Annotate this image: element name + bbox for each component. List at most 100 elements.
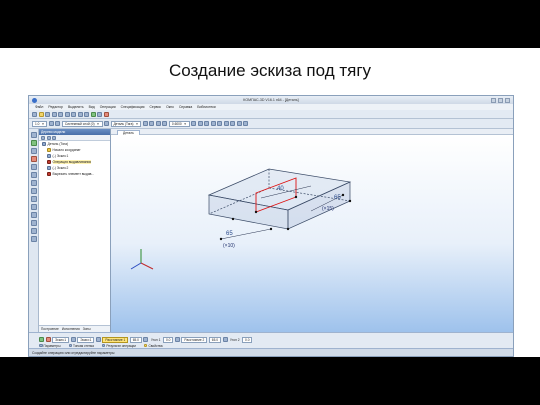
sheet-metal-icon[interactable]	[30, 220, 37, 226]
tree-sort-icon[interactable]	[46, 135, 51, 140]
tree-filter-icon[interactable]	[52, 135, 56, 140]
layer-icon[interactable]	[104, 121, 110, 126]
sketch-field-2[interactable]: Эскиз:1	[77, 336, 95, 343]
maximize-icon[interactable]	[498, 97, 503, 103]
libraries-icon[interactable]	[97, 111, 102, 117]
tab-result[interactable]: Результат операции	[101, 344, 136, 348]
copy-icon[interactable]	[64, 111, 70, 117]
parameters-icon	[39, 343, 43, 348]
scale-combo[interactable]: 1.0 ▼	[32, 120, 48, 127]
tab-parameters[interactable]: Параметры	[39, 344, 61, 348]
detail-combo[interactable]: Деталь (Тяга) ▼	[110, 120, 142, 127]
refresh-icon[interactable]	[142, 121, 148, 126]
filter-tool-icon[interactable]	[30, 188, 37, 194]
zoom-combo[interactable]: 0.6000 ▼	[168, 120, 190, 127]
cut-icon[interactable]	[58, 111, 63, 117]
menu-file[interactable]: Файл	[35, 105, 43, 109]
close-icon[interactable]	[505, 97, 510, 103]
menu-service[interactable]: Сервис	[149, 105, 161, 109]
new-document-icon[interactable]	[32, 111, 37, 117]
style-combo[interactable]: Системный слой (0) ▼	[61, 120, 103, 127]
direction-icon[interactable]	[70, 337, 76, 342]
slide-title: Создание эскиза под тягу	[168, 61, 372, 80]
shaded-icon[interactable]	[210, 121, 216, 126]
draft-2-icon[interactable]	[222, 337, 228, 342]
elements-icon[interactable]	[30, 212, 37, 218]
stop-icon[interactable]	[45, 337, 51, 342]
cut-icon[interactable]	[30, 156, 37, 162]
snap-icon[interactable]	[55, 121, 61, 126]
grid-icon[interactable]	[48, 121, 54, 126]
spec-icon[interactable]	[30, 196, 37, 202]
mating-icon[interactable]	[30, 228, 37, 234]
perspective-icon[interactable]	[223, 121, 229, 126]
tab-versions[interactable]: Исполнения	[62, 327, 80, 331]
tab-construction[interactable]: Построение	[41, 327, 59, 331]
tab-zones[interactable]: Зоны	[83, 327, 91, 331]
angle-1-input[interactable]: 0.0	[162, 336, 174, 343]
aux-geometry-icon[interactable]	[30, 148, 37, 154]
menu-operations[interactable]: Операции	[100, 105, 116, 109]
vertex-point	[286, 227, 290, 231]
menu-edit[interactable]: Редактор	[48, 105, 63, 109]
draft-icon[interactable]	[143, 337, 149, 342]
zoom-window-icon[interactable]	[162, 121, 168, 126]
zoom-out-icon[interactable]	[155, 121, 161, 126]
window-controls	[491, 97, 510, 103]
method-icon[interactable]	[95, 337, 101, 342]
measure-icon[interactable]	[243, 121, 249, 126]
tree-node-cut-extrude[interactable]: Вырезать элемент выдав...	[39, 171, 110, 177]
menu-select[interactable]: Выделить	[68, 105, 84, 109]
section-icon[interactable]	[230, 121, 236, 126]
extrude-icon[interactable]	[30, 140, 37, 146]
minimize-icon[interactable]	[491, 97, 496, 103]
print-icon[interactable]	[51, 111, 57, 117]
cut-extrude-icon	[47, 172, 51, 176]
current-state-toolbar: 1.0 ▼ Системный слой (0) ▼ Деталь (Тяга) ▼ …	[29, 119, 513, 129]
vertex-point	[254, 210, 258, 214]
wireframe-icon[interactable]	[217, 121, 223, 126]
open-folder-icon[interactable]	[38, 111, 44, 117]
rotate-icon[interactable]	[197, 121, 203, 126]
dimension-label-1[interactable]: 65	[226, 231, 233, 237]
manager-icon[interactable]	[90, 111, 96, 117]
angle-2-input[interactable]: 0.0	[242, 336, 253, 343]
distance-1-label: Расстояние 1	[102, 336, 129, 343]
filter-icon[interactable]	[236, 121, 242, 126]
slide: Создание эскиза под тягу КОМПАС-3D V16.1…	[0, 48, 540, 357]
zoom-in-icon[interactable]	[149, 121, 155, 126]
menu-window[interactable]: Окно	[166, 105, 174, 109]
edit-part-icon[interactable]	[30, 132, 37, 138]
tree-node-label: Вырезать элемент выдав...	[52, 172, 95, 176]
3d-viewport[interactable]: 65 40 65 (×10) (×15)	[111, 135, 513, 332]
menu-help[interactable]: Справка	[179, 105, 192, 109]
menu-specification[interactable]: Спецификация	[121, 105, 145, 109]
tab-properties[interactable]: Свойства	[143, 344, 162, 348]
report-icon[interactable]	[30, 204, 37, 210]
help-icon[interactable]	[103, 111, 109, 117]
measure-tool-icon[interactable]	[30, 180, 37, 186]
array-icon[interactable]	[30, 164, 37, 170]
menu-libraries[interactable]: Библиотеки	[197, 105, 215, 109]
surface-icon[interactable]	[30, 172, 37, 178]
apply-icon[interactable]	[39, 337, 44, 342]
model-view: 65 40 65 (×10) (×15)	[130, 168, 352, 270]
redo-icon[interactable]	[84, 111, 89, 117]
save-icon[interactable]	[45, 111, 50, 117]
tree-view-icon[interactable]	[41, 135, 45, 140]
angle-1-label: Угол 1	[150, 337, 161, 342]
paste-icon[interactable]	[71, 111, 76, 117]
distance-2-input[interactable]: 65.0	[208, 336, 222, 343]
orientation-icon[interactable]	[204, 121, 210, 126]
library-tool-icon[interactable]	[30, 236, 37, 242]
dimension-label-2[interactable]: 40	[277, 186, 284, 192]
tab-thin-wall[interactable]: Тонкая стенка	[68, 344, 94, 348]
menu-view[interactable]: Вид	[89, 105, 95, 109]
sketch-field-1[interactable]: Эскиз:1	[52, 336, 70, 343]
undo-icon[interactable]	[77, 111, 83, 117]
reverse-icon[interactable]	[174, 337, 180, 342]
distance-1-input[interactable]: 65.0	[129, 336, 142, 343]
dimension-label-3[interactable]: 65	[334, 195, 341, 201]
extrude-icon	[47, 160, 51, 164]
pan-icon[interactable]	[191, 121, 197, 126]
